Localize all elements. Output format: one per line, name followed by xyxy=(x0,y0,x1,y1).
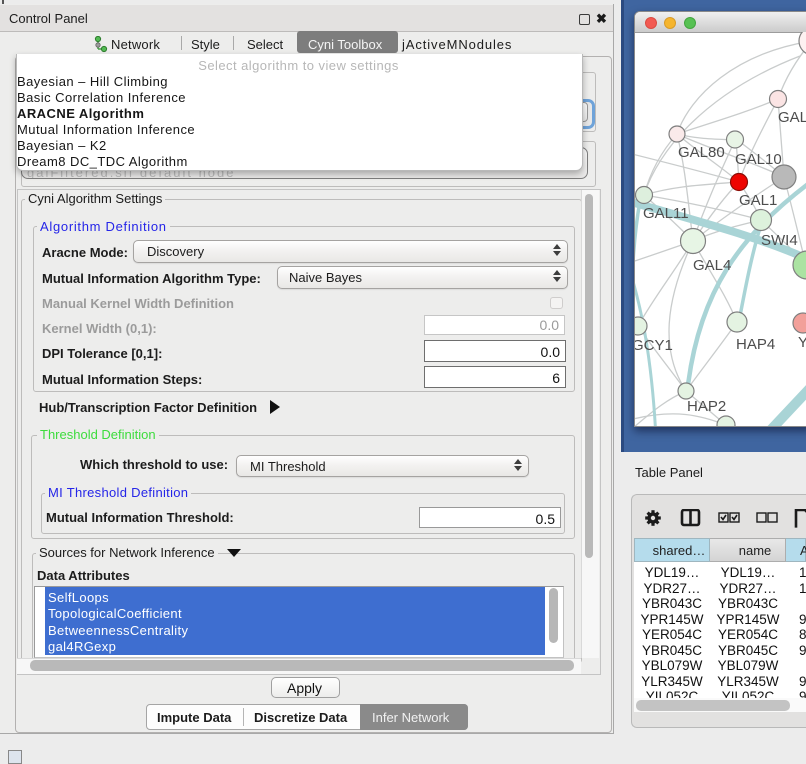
svg-text:HAP2: HAP2 xyxy=(687,398,726,415)
svg-text:GCY1: GCY1 xyxy=(635,337,673,354)
svg-text:GAL80: GAL80 xyxy=(678,144,725,161)
svg-text:HAP4: HAP4 xyxy=(736,336,775,353)
svg-text:GAL7: GAL7 xyxy=(778,109,806,126)
svg-text:GAL11: GAL11 xyxy=(643,205,689,222)
svg-text:GAL1: GAL1 xyxy=(739,192,777,209)
svg-text:SWI4: SWI4 xyxy=(761,232,798,249)
svg-text:Y: Y xyxy=(798,334,806,351)
svg-text:GAL4: GAL4 xyxy=(693,257,731,274)
svg-text:GAL10: GAL10 xyxy=(735,151,782,168)
